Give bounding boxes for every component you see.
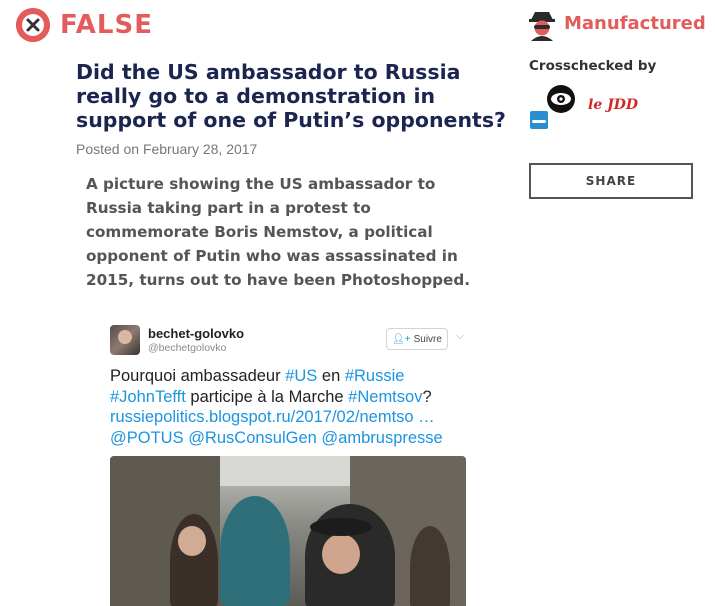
- partner-eye-logo[interactable]: [546, 84, 576, 114]
- tweet-username[interactable]: bechet-golovko: [148, 326, 244, 341]
- partner-jdd-logo[interactable]: le JDD: [588, 97, 638, 113]
- photo-building: [220, 456, 350, 486]
- partner-jdd-text: le JDD: [588, 97, 639, 113]
- posted-date: Posted on February 28, 2017: [76, 141, 258, 157]
- share-button[interactable]: SHARE: [529, 163, 693, 199]
- follow-button[interactable]: 👤︎+ Suivre: [386, 328, 448, 350]
- photo-face: [178, 526, 206, 556]
- spy-icon: [528, 9, 556, 41]
- hashtag-link[interactable]: #JohnTefft: [110, 388, 186, 406]
- tweet-text-part: en: [317, 367, 345, 385]
- tweet-text-part: participe à la Marche: [185, 387, 349, 406]
- avatar[interactable]: [110, 325, 140, 355]
- hashtag-link[interactable]: #Nemtsov: [348, 388, 422, 406]
- category-label: Manufactured: [564, 13, 706, 34]
- mention-link[interactable]: @RusConsulGen: [188, 429, 317, 447]
- eye-icon: [547, 85, 575, 113]
- add-person-icon: 👤︎+: [392, 333, 411, 345]
- verdict-label: FALSE: [60, 10, 153, 40]
- verdict-header: FALSE: [16, 8, 153, 42]
- tweet-url-link[interactable]: russiepolitics.blogspot.ru/2017/02/nemts…: [110, 408, 435, 426]
- mention-link[interactable]: @POTUS: [110, 429, 184, 447]
- hashtag-link[interactable]: #Russie: [345, 367, 405, 385]
- photo-hat: [310, 518, 372, 536]
- tweet-text-part: ?: [422, 387, 432, 406]
- photo-face: [322, 534, 360, 574]
- photo-person: [410, 526, 450, 606]
- tweet-photo[interactable]: [110, 456, 466, 606]
- mention-link[interactable]: @ambruspresse: [321, 429, 442, 447]
- photo-person: [220, 496, 290, 606]
- crosschecked-title: Crosschecked by: [529, 58, 657, 74]
- category-badge: [528, 8, 556, 42]
- article-summary: A picture showing the US ambassador to R…: [86, 175, 470, 289]
- tweet-handle[interactable]: @bechetgolovko: [148, 342, 226, 354]
- partner-blue-logo[interactable]: [530, 111, 548, 129]
- follow-label: Suivre: [413, 333, 442, 345]
- tweet-header: bechet-golovko @bechetgolovko 👤︎+ Suivre…: [110, 323, 470, 359]
- tweet-text-part: Pourquoi ambassadeur: [110, 367, 286, 385]
- hashtag-link[interactable]: #US: [285, 367, 317, 385]
- embedded-tweet: bechet-golovko @bechetgolovko 👤︎+ Suivre…: [110, 323, 470, 606]
- x-circle-icon: [16, 8, 50, 42]
- wave-icon: [532, 120, 546, 123]
- article-title: Did the US ambassador to Russia really g…: [76, 60, 506, 132]
- chevron-down-icon[interactable]: ⌵: [456, 330, 464, 343]
- tweet-text: Pourquoi ambassadeur #US en #Russie #Joh…: [110, 366, 466, 448]
